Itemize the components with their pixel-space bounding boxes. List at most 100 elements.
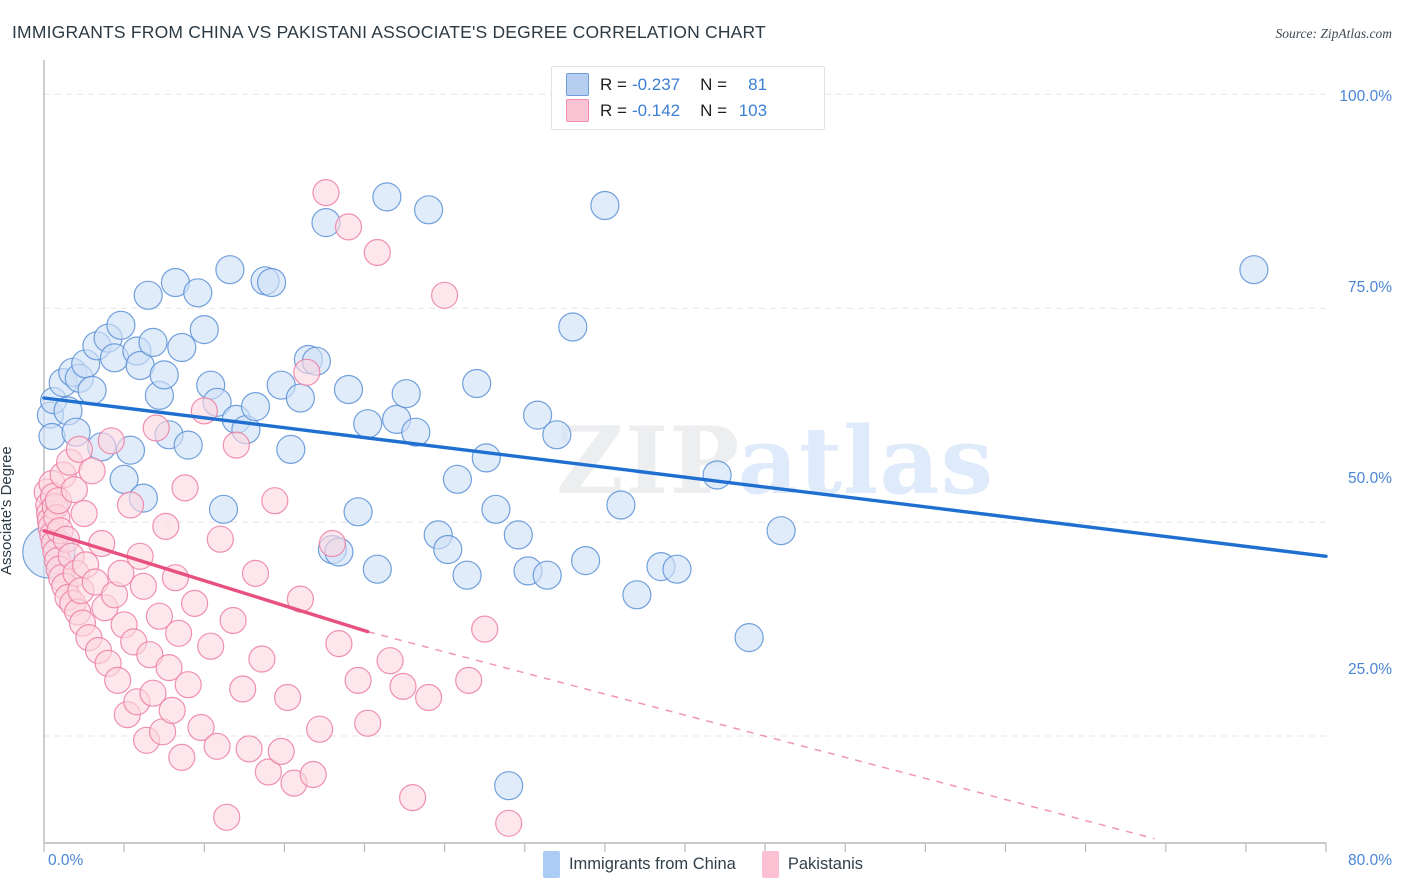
data-point xyxy=(433,534,463,565)
data-point xyxy=(354,709,382,737)
legend-row-pakistanis: R = -0.142 N = 103 xyxy=(566,98,767,123)
data-point xyxy=(189,315,219,345)
data-point xyxy=(181,589,209,618)
data-point xyxy=(274,683,302,712)
y-tick-25: 25.0% xyxy=(1348,661,1392,678)
data-point xyxy=(452,560,482,590)
data-point xyxy=(312,179,340,207)
data-point xyxy=(261,487,289,515)
data-point xyxy=(494,771,524,801)
stats-legend: R = -0.237 N = 81 R = -0.142 N = 103 xyxy=(551,66,825,130)
data-point xyxy=(481,494,511,524)
data-point xyxy=(343,497,373,527)
data-point xyxy=(293,358,321,386)
data-point xyxy=(149,360,179,390)
data-point xyxy=(471,443,501,473)
data-point xyxy=(325,629,353,658)
legend-swatch-pakistanis xyxy=(566,99,589,122)
trendline-pakistanis-projection xyxy=(367,630,1155,840)
data-point xyxy=(462,368,492,399)
correlation-chart: IMMIGRANTS FROM CHINA VS PAKISTANI ASSOC… xyxy=(0,0,1406,892)
data-point xyxy=(158,696,186,725)
data-point xyxy=(106,310,136,340)
data-point xyxy=(142,414,170,442)
data-point xyxy=(662,554,692,584)
series-legend-item-china[interactable]: Immigrants from China xyxy=(542,851,736,878)
data-point xyxy=(206,525,234,553)
data-point xyxy=(235,735,263,763)
data-point xyxy=(702,460,732,490)
plot-canvas xyxy=(22,60,1328,852)
data-point xyxy=(363,238,391,267)
data-point xyxy=(376,647,404,675)
legend-r-label-china: R = xyxy=(600,74,627,94)
legend-r-label-pakistanis: R = xyxy=(600,100,627,120)
legend-r-value-china: -0.237 xyxy=(631,74,681,94)
y-tick-100: 100.0% xyxy=(1339,88,1392,105)
data-point xyxy=(213,803,241,831)
data-point xyxy=(104,666,132,695)
data-point xyxy=(391,379,421,409)
legend-n-value-china: 81 xyxy=(748,74,768,94)
data-point xyxy=(734,622,764,653)
data-point xyxy=(70,499,98,528)
data-point xyxy=(168,743,196,772)
data-point xyxy=(1239,255,1269,285)
data-point xyxy=(248,645,276,673)
data-point xyxy=(129,572,157,600)
data-point xyxy=(542,420,572,450)
data-point xyxy=(38,422,66,451)
data-point xyxy=(299,760,327,789)
data-point xyxy=(267,737,295,766)
data-point xyxy=(415,683,443,712)
data-point xyxy=(78,457,106,485)
data-point xyxy=(333,374,364,405)
series-legend: Immigrants from China Pakistanis xyxy=(0,851,1406,878)
data-point xyxy=(389,672,417,701)
data-point xyxy=(229,675,257,703)
data-point xyxy=(334,213,363,241)
series-legend-item-pakistanis[interactable]: Pakistanis xyxy=(761,851,864,878)
data-point xyxy=(97,427,125,455)
data-point xyxy=(353,409,383,439)
data-point xyxy=(165,619,193,647)
series-swatch-china xyxy=(542,851,560,878)
y-tick-50: 50.0% xyxy=(1348,470,1392,487)
data-point xyxy=(558,312,588,342)
series-points-china xyxy=(22,182,1269,801)
data-point xyxy=(173,430,203,460)
data-point xyxy=(532,560,562,590)
data-point xyxy=(208,494,239,524)
data-point xyxy=(222,431,250,459)
data-point xyxy=(203,732,231,760)
data-point xyxy=(116,491,145,519)
data-point xyxy=(372,182,402,212)
data-point xyxy=(133,280,163,310)
data-point xyxy=(399,783,427,812)
series-label-china: Immigrants from China xyxy=(568,855,736,873)
data-point xyxy=(285,383,315,413)
data-point xyxy=(306,715,334,743)
data-point xyxy=(362,554,392,584)
data-point xyxy=(471,615,499,643)
data-point xyxy=(241,559,270,588)
data-point xyxy=(77,375,107,405)
data-point xyxy=(183,278,213,308)
data-point xyxy=(344,666,372,695)
data-point xyxy=(152,512,180,541)
legend-n-label-china: N = xyxy=(700,74,728,94)
trendline-china xyxy=(42,396,1328,558)
data-point xyxy=(455,666,483,695)
data-point xyxy=(276,434,306,464)
data-point xyxy=(318,529,346,558)
data-point xyxy=(414,195,444,225)
data-point xyxy=(174,671,202,699)
data-point xyxy=(442,464,472,494)
data-point xyxy=(431,281,459,309)
data-point xyxy=(590,190,620,221)
data-point xyxy=(503,520,533,550)
series-label-pakistanis: Pakistanis xyxy=(787,855,864,873)
data-point xyxy=(219,606,247,635)
data-point xyxy=(606,490,636,520)
data-point xyxy=(570,545,601,576)
